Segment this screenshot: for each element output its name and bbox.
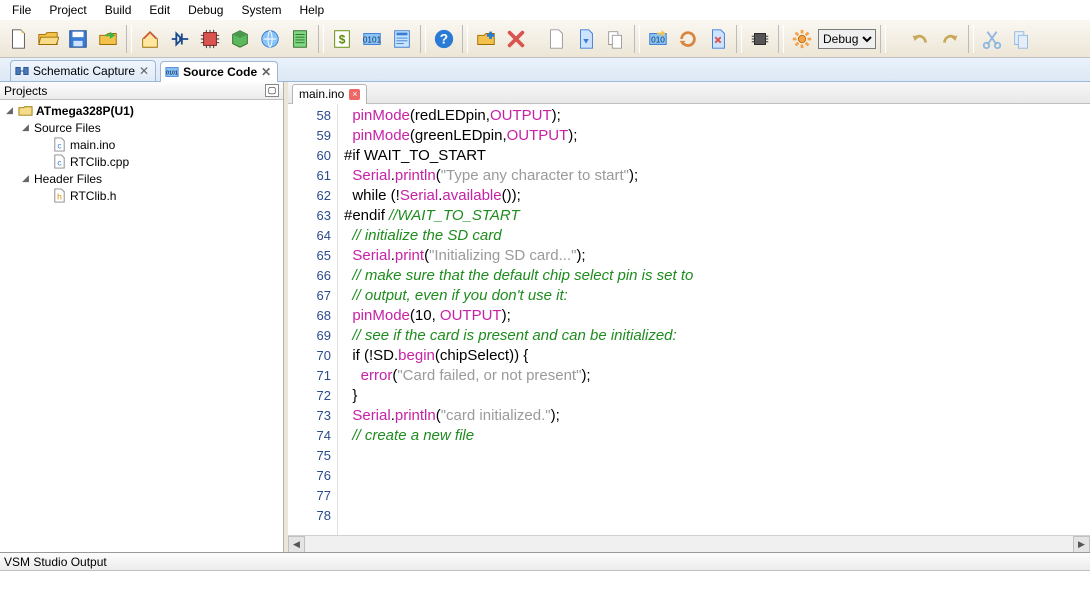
- close-icon[interactable]: ✕: [261, 65, 271, 79]
- pcb-icon[interactable]: [196, 25, 224, 53]
- page-down-icon[interactable]: [572, 25, 600, 53]
- menu-edit[interactable]: Edit: [141, 1, 178, 19]
- code-area[interactable]: pinMode(redLEDpin,OUTPUT); pinMode(green…: [338, 104, 1090, 535]
- panel-title: Projects: [4, 84, 47, 98]
- editor-tabs: main.ino ×: [288, 82, 1090, 104]
- svg-text:0101: 0101: [363, 35, 382, 44]
- tab-schematic-label: Schematic Capture: [33, 64, 135, 78]
- config-select[interactable]: Debug: [818, 29, 876, 49]
- diode-icon[interactable]: [166, 25, 194, 53]
- new-file-icon[interactable]: [4, 25, 32, 53]
- output-body[interactable]: [0, 571, 1090, 614]
- import-icon[interactable]: [94, 25, 122, 53]
- tree-label: RTClib.h: [70, 189, 116, 203]
- output-title: VSM Studio Output: [4, 555, 107, 569]
- delete-icon[interactable]: [502, 25, 530, 53]
- menu-build[interactable]: Build: [97, 1, 140, 19]
- c-file-icon: c: [52, 137, 67, 152]
- line-gutter: 5859606162636465666768697071727374757677…: [288, 104, 338, 535]
- 3d-icon[interactable]: [226, 25, 254, 53]
- folder-open-icon: [18, 103, 33, 118]
- home-icon[interactable]: [136, 25, 164, 53]
- svg-text:010: 010: [651, 35, 665, 44]
- editor-tab-label: main.ino: [299, 87, 344, 101]
- project-tree[interactable]: ◢ ATmega328P(U1) ◢ Source Files c main.i…: [0, 100, 283, 552]
- chip-icon[interactable]: [746, 25, 774, 53]
- code-editor[interactable]: 5859606162636465666768697071727374757677…: [288, 104, 1090, 535]
- c-file-icon: c: [52, 154, 67, 169]
- tree-group-source[interactable]: ◢ Source Files: [0, 119, 283, 136]
- settings-icon[interactable]: [788, 25, 816, 53]
- rebuild-icon[interactable]: [674, 25, 702, 53]
- toolbar: $ 0101 ? 010 Debug: [0, 20, 1090, 58]
- tab-source-label: Source Code: [183, 65, 257, 79]
- svg-text:0101: 0101: [166, 71, 178, 77]
- redo-icon[interactable]: [936, 25, 964, 53]
- cut-icon[interactable]: [978, 25, 1006, 53]
- help-icon[interactable]: ?: [430, 25, 458, 53]
- panel-float-icon[interactable]: ▢: [265, 84, 279, 97]
- source-icon: 0101: [165, 65, 179, 79]
- copy-icon[interactable]: [1008, 25, 1036, 53]
- tree-label: main.ino: [70, 138, 115, 152]
- projects-panel: Projects ▢ ◢ ATmega328P(U1) ◢ Source Fil…: [0, 82, 284, 552]
- dollar-icon[interactable]: $: [328, 25, 356, 53]
- svg-text:?: ?: [440, 31, 448, 46]
- tree-file[interactable]: c main.ino: [0, 136, 283, 153]
- tab-schematic[interactable]: Schematic Capture ✕: [10, 60, 156, 81]
- close-icon[interactable]: ✕: [139, 64, 149, 78]
- tree-label: RTClib.cpp: [70, 155, 129, 169]
- menu-system[interactable]: System: [233, 1, 289, 19]
- tree-file[interactable]: c RTClib.cpp: [0, 153, 283, 170]
- tree-file[interactable]: h RTClib.h: [0, 187, 283, 204]
- menu-project[interactable]: Project: [41, 1, 94, 19]
- output-panel: VSM Studio Output: [0, 552, 1090, 614]
- menu-help[interactable]: Help: [291, 1, 332, 19]
- document-tabs: Schematic Capture ✕ 0101 Source Code ✕: [0, 58, 1090, 82]
- tree-label: Source Files: [34, 121, 101, 135]
- svg-text:c: c: [57, 140, 61, 150]
- schematic-icon: [15, 64, 29, 78]
- save-icon[interactable]: [64, 25, 92, 53]
- tree-group-header[interactable]: ◢ Header Files: [0, 170, 283, 187]
- svg-text:c: c: [57, 157, 61, 167]
- svg-text:$: $: [339, 32, 346, 46]
- menu-file[interactable]: File: [4, 1, 39, 19]
- page-copy-icon[interactable]: [602, 25, 630, 53]
- tab-source[interactable]: 0101 Source Code ✕: [160, 61, 278, 82]
- menu-bar: File Project Build Edit Debug System Hel…: [0, 0, 1090, 20]
- tree-label: ATmega328P(U1): [36, 104, 134, 118]
- close-icon[interactable]: ×: [349, 89, 360, 100]
- h-scrollbar[interactable]: ◀ ▶: [288, 535, 1090, 552]
- undo-icon[interactable]: [906, 25, 934, 53]
- form-icon[interactable]: [388, 25, 416, 53]
- page-icon[interactable]: [542, 25, 570, 53]
- gerber-icon[interactable]: [256, 25, 284, 53]
- menu-debug[interactable]: Debug: [180, 1, 231, 19]
- svg-text:h: h: [57, 191, 62, 201]
- h-file-icon: h: [52, 188, 67, 203]
- tree-root[interactable]: ◢ ATmega328P(U1): [0, 102, 283, 119]
- add-folder-icon[interactable]: [472, 25, 500, 53]
- bom-icon[interactable]: [286, 25, 314, 53]
- binary-icon[interactable]: 0101: [358, 25, 386, 53]
- clean-icon[interactable]: [704, 25, 732, 53]
- editor-tab-main[interactable]: main.ino ×: [292, 84, 367, 104]
- build-icon[interactable]: 010: [644, 25, 672, 53]
- scroll-right-icon[interactable]: ▶: [1073, 536, 1090, 553]
- tree-label: Header Files: [34, 172, 102, 186]
- open-folder-icon[interactable]: [34, 25, 62, 53]
- scroll-left-icon[interactable]: ◀: [288, 536, 305, 553]
